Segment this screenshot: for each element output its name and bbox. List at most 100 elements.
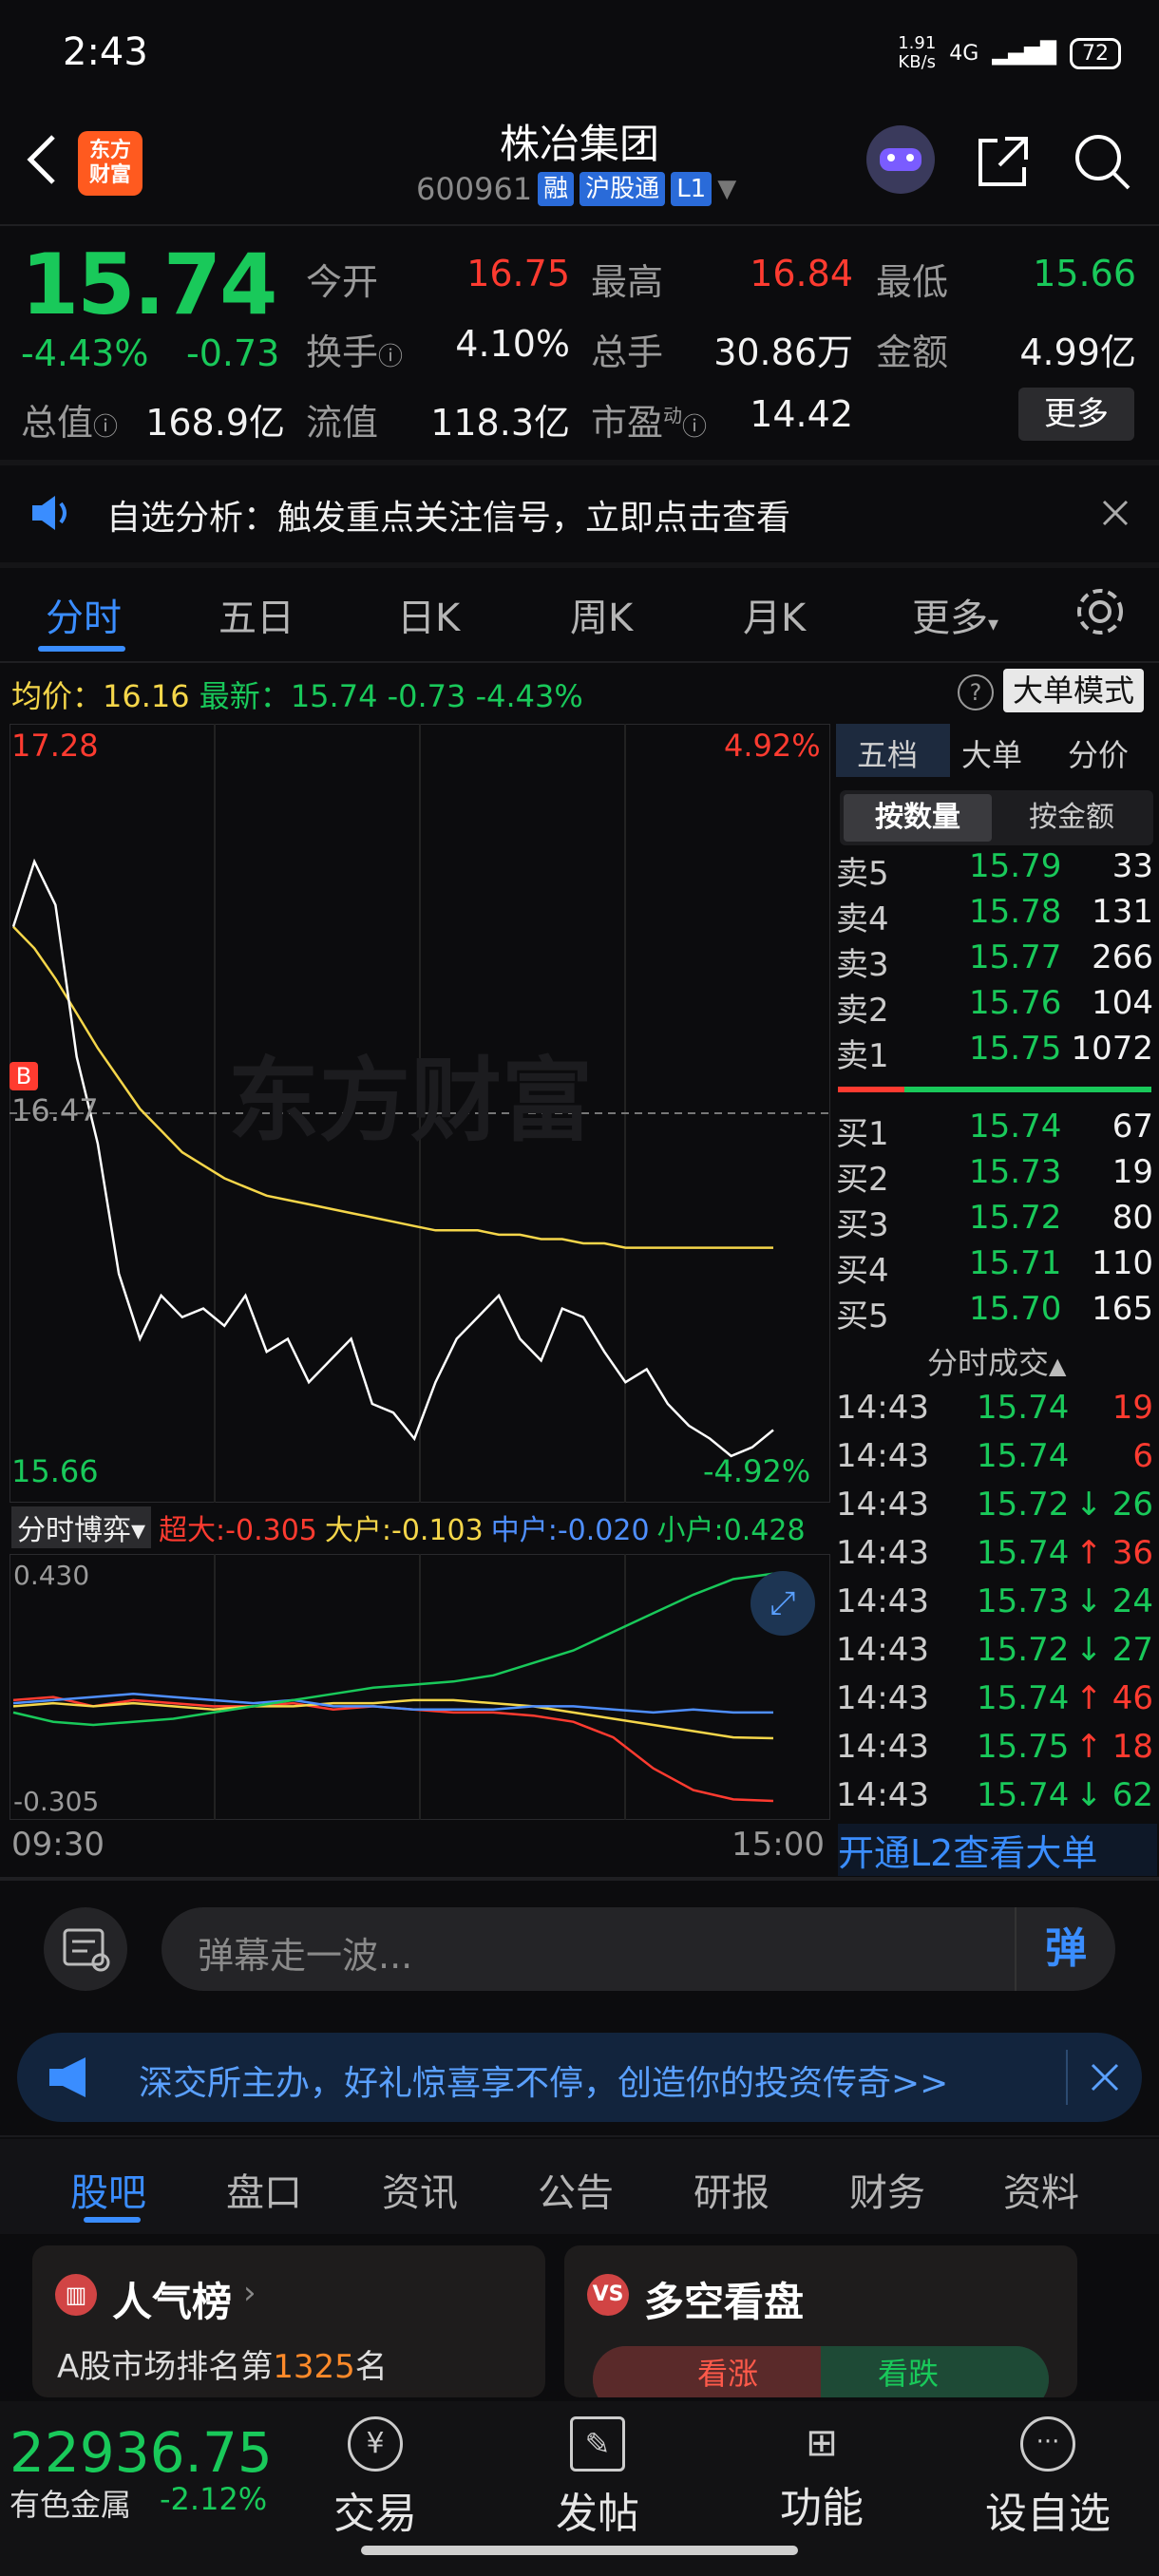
- index-name: 有色金属: [10, 2487, 132, 2523]
- trade-arrow: ↑: [1075, 1728, 1103, 1766]
- nav-trade[interactable]: ¥ 交易: [323, 2416, 428, 2540]
- pe-label[interactable]: 市盈动ⓘ: [591, 393, 707, 445]
- sell-volume: 33: [1112, 847, 1153, 885]
- price-change-pct: -4.43%: [21, 332, 149, 374]
- l2-banner[interactable]: 开通L2查看大单: [838, 1824, 1157, 1876]
- buy-level: 买2: [836, 1161, 889, 1199]
- trade-volume: 19: [1112, 1389, 1153, 1427]
- tab-news[interactable]: 资讯: [382, 2162, 458, 2217]
- trade-row: 14:43 15.74 6: [836, 1437, 1153, 1483]
- info-icon[interactable]: ⓘ: [378, 343, 403, 371]
- tab-daily-k[interactable]: 日K: [397, 587, 460, 642]
- trade-volume: 27: [1112, 1631, 1153, 1669]
- flow-title-button[interactable]: 分时博弈▾: [11, 1506, 152, 1548]
- danmu-toggle-button[interactable]: 弹: [1015, 1907, 1115, 1991]
- flow-chart[interactable]: [10, 1554, 830, 1820]
- dropdown-icon: ▼: [717, 175, 737, 203]
- buy-row[interactable]: 买5 15.70 165: [836, 1290, 1153, 1335]
- tab-weekly-k[interactable]: 周K: [570, 587, 633, 642]
- trade-arrow: ↑: [1075, 1534, 1103, 1572]
- sell-volume: 104: [1092, 984, 1153, 1022]
- tab-research[interactable]: 研报: [694, 2162, 770, 2217]
- robot-assistant-icon[interactable]: [866, 125, 935, 194]
- tab-financials[interactable]: 财务: [849, 2162, 925, 2217]
- speaker-icon: [32, 496, 66, 530]
- float-cap-value: 118.3亿: [430, 402, 570, 444]
- sell-row[interactable]: 卖1 15.75 1072: [836, 1030, 1153, 1075]
- tab-profile[interactable]: 资料: [1003, 2162, 1079, 2217]
- danmu-input[interactable]: 弹幕走一波... 弹: [162, 1907, 1115, 1991]
- sell-row[interactable]: 卖2 15.76 104: [836, 984, 1153, 1030]
- sell-row[interactable]: 卖5 15.79 33: [836, 847, 1153, 893]
- sub-tab-by-amount[interactable]: 按金额: [998, 794, 1146, 842]
- buy-level: 买5: [836, 1297, 889, 1335]
- chart-header: 均价：16.16 最新：15.74 -0.73 -4.43%: [11, 672, 583, 716]
- notice-text[interactable]: 自选分析：触发重点关注信号，立即点击查看: [106, 490, 790, 540]
- more-dots-icon: ···: [1020, 2416, 1075, 2472]
- tab-forum[interactable]: 股吧: [70, 2162, 146, 2217]
- nav-post[interactable]: ✎ 发帖: [545, 2416, 650, 2540]
- gear-icon[interactable]: [1074, 585, 1127, 638]
- share-icon[interactable]: [973, 131, 1034, 192]
- close-icon[interactable]: [1089, 2061, 1121, 2093]
- tab-indicator: [38, 646, 125, 652]
- search-icon[interactable]: [1072, 131, 1132, 192]
- open-value: 16.75: [466, 253, 570, 294]
- intraday-chart[interactable]: 东方财富: [10, 724, 830, 1503]
- prev-close: 16.47: [11, 1092, 99, 1128]
- bull-label[interactable]: 看涨: [697, 2350, 758, 2394]
- nav-add-watchlist[interactable]: ··· 设自选: [967, 2416, 1129, 2540]
- bear-label[interactable]: 看跌: [878, 2350, 939, 2394]
- trade-volume: 26: [1112, 1486, 1153, 1524]
- popularity-card[interactable]: ▥ 人气榜 › A股市场排名第1325名: [32, 2245, 545, 2397]
- tab-handicap[interactable]: 盘口: [226, 2162, 302, 2217]
- tab-big-orders[interactable]: 大单: [961, 731, 1022, 775]
- nav-functions-label: 功能: [780, 2484, 864, 2532]
- buy-row[interactable]: 买4 15.71 110: [836, 1244, 1153, 1290]
- latest-pct: -4.43%: [475, 678, 583, 714]
- index-value[interactable]: 22936.75: [10, 2420, 273, 2485]
- info-icon[interactable]: ⓘ: [93, 413, 118, 442]
- help-icon[interactable]: ?: [958, 674, 994, 710]
- trade-time: 14:43: [836, 1389, 929, 1427]
- close-icon[interactable]: [1100, 498, 1130, 528]
- tab-five-day[interactable]: 五日: [218, 587, 294, 642]
- trade-time: 14:43: [836, 1486, 929, 1524]
- buy-row[interactable]: 买3 15.72 80: [836, 1199, 1153, 1244]
- stock-code-row[interactable]: 600961 融 沪股通 L1 ▼: [416, 171, 736, 207]
- trade-time: 14:43: [836, 1776, 929, 1814]
- buy-row[interactable]: 买2 15.73 19: [836, 1153, 1153, 1199]
- turnover-label[interactable]: 换手ⓘ: [306, 323, 403, 375]
- latest-label: 最新：: [199, 678, 291, 714]
- trade-arrow: ↓: [1075, 1631, 1103, 1669]
- ad-banner[interactable]: 深交所主办，好礼惊喜享不停，创造你的投资传奇>>: [17, 2033, 1142, 2122]
- big-order-mode-button[interactable]: 大单模式: [1003, 669, 1145, 712]
- open-label: 今开: [306, 261, 379, 303]
- sell-price: 15.78: [969, 893, 1062, 931]
- tab-order-book[interactable]: 五档: [857, 731, 918, 775]
- sub-tab-by-volume[interactable]: 按数量: [844, 794, 992, 842]
- vs-icon: VS: [587, 2274, 629, 2316]
- tab-more[interactable]: 更多▾: [912, 587, 998, 642]
- tab-price-dist[interactable]: 分价: [1068, 731, 1129, 775]
- sell-row[interactable]: 卖3 15.77 266: [836, 938, 1153, 984]
- trades-title[interactable]: 分时成交▲: [927, 1339, 1066, 1383]
- sell-price: 15.76: [969, 984, 1062, 1022]
- nav-functions[interactable]: ⊞ 功能: [770, 2416, 874, 2534]
- tab-announcements[interactable]: 公告: [538, 2162, 614, 2217]
- buy-volume: 80: [1112, 1199, 1153, 1237]
- tab-monthly-k[interactable]: 月K: [743, 587, 806, 642]
- info-icon[interactable]: ⓘ: [682, 413, 707, 442]
- more-button[interactable]: 更多: [1018, 388, 1134, 441]
- market-cap-label[interactable]: 总值ⓘ: [21, 393, 118, 445]
- tab-intraday[interactable]: 分时: [46, 587, 122, 642]
- buy-row[interactable]: 买1 15.74 67: [836, 1108, 1153, 1153]
- danmu-placeholder: 弹幕走一波...: [198, 1935, 413, 1977]
- chevron-right-icon: ›: [243, 2274, 256, 2312]
- trade-row: 14:43 15.74 ↑ 46: [836, 1679, 1153, 1725]
- signal-bars-icon: ▂▄▆█: [992, 41, 1056, 66]
- bull-bear-card[interactable]: VS 多空看盘 看涨 看跌: [564, 2245, 1077, 2397]
- sell-row[interactable]: 卖4 15.78 131: [836, 893, 1153, 938]
- message-icon[interactable]: [44, 1907, 127, 1991]
- expand-icon[interactable]: ⤢: [750, 1571, 815, 1636]
